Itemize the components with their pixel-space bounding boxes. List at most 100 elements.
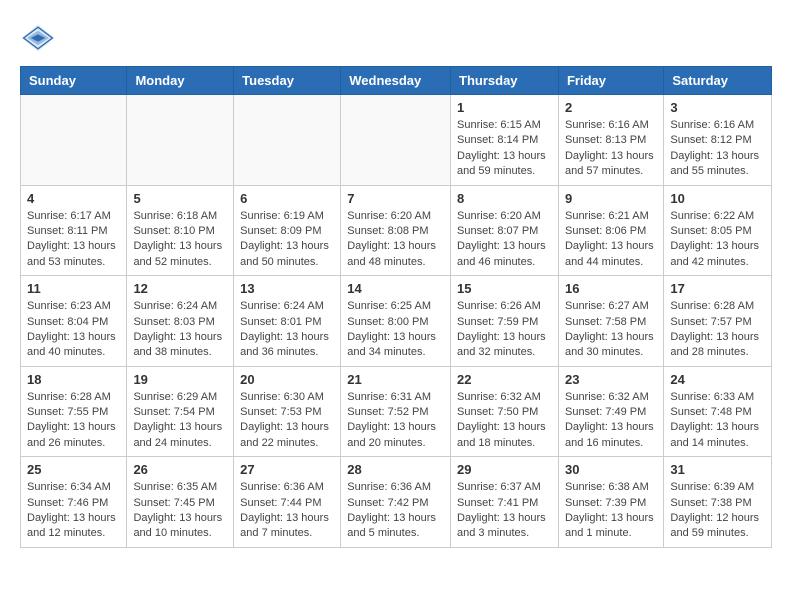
logo-icon <box>20 20 56 56</box>
day-number: 6 <box>240 191 334 206</box>
calendar-cell <box>127 95 234 186</box>
calendar-cell: 23 Sunrise: 6:32 AM Sunset: 7:49 PM Dayli… <box>558 366 663 457</box>
day-info: Sunrise: 6:23 AM Sunset: 8:04 PM Dayligh… <box>27 299 120 361</box>
weekday-header-row: SundayMondayTuesdayWednesdayThursdayFrid… <box>21 67 772 95</box>
day-number: 4 <box>27 191 120 206</box>
day-number: 26 <box>133 462 227 477</box>
calendar-cell: 6 Sunrise: 6:19 AM Sunset: 8:09 PM Daylig… <box>234 185 341 276</box>
calendar-cell: 24 Sunrise: 6:33 AM Sunset: 7:48 PM Dayli… <box>664 366 772 457</box>
calendar-cell: 1 Sunrise: 6:15 AM Sunset: 8:14 PM Daylig… <box>451 95 559 186</box>
calendar-cell: 25 Sunrise: 6:34 AM Sunset: 7:46 PM Dayli… <box>21 457 127 548</box>
day-number: 24 <box>670 372 765 387</box>
calendar-cell <box>21 95 127 186</box>
day-number: 14 <box>347 281 444 296</box>
calendar-cell: 10Sunrise: 6:22 AM Sunset: 8:05 PM Dayli… <box>664 185 772 276</box>
calendar-cell: 26Sunrise: 6:35 AM Sunset: 7:45 PM Dayli… <box>127 457 234 548</box>
day-info: Sunrise: 6:26 AM Sunset: 7:59 PM Dayligh… <box>457 299 552 361</box>
calendar-cell: 7 Sunrise: 6:20 AM Sunset: 8:08 PM Daylig… <box>341 185 451 276</box>
day-number: 9 <box>565 191 657 206</box>
day-info: Sunrise: 6:38 AM Sunset: 7:39 PM Dayligh… <box>565 480 657 542</box>
weekday-header-tuesday: Tuesday <box>234 67 341 95</box>
day-info: Sunrise: 6:36 AM Sunset: 7:42 PM Dayligh… <box>347 480 444 542</box>
day-number: 19 <box>133 372 227 387</box>
calendar-cell: 22 Sunrise: 6:32 AM Sunset: 7:50 PM Dayli… <box>451 366 559 457</box>
week-row-5: 25 Sunrise: 6:34 AM Sunset: 7:46 PM Dayli… <box>21 457 772 548</box>
week-row-1: 1 Sunrise: 6:15 AM Sunset: 8:14 PM Daylig… <box>21 95 772 186</box>
day-info: Sunrise: 6:28 AM Sunset: 7:55 PM Dayligh… <box>27 390 120 452</box>
day-info: Sunrise: 6:34 AM Sunset: 7:46 PM Dayligh… <box>27 480 120 542</box>
day-info: Sunrise: 6:16 AM Sunset: 8:13 PM Dayligh… <box>565 118 657 180</box>
calendar-cell: 30 Sunrise: 6:38 AM Sunset: 7:39 PM Dayli… <box>558 457 663 548</box>
day-info: Sunrise: 6:32 AM Sunset: 7:49 PM Dayligh… <box>565 390 657 452</box>
day-info: Sunrise: 6:25 AM Sunset: 8:00 PM Dayligh… <box>347 299 444 361</box>
day-number: 27 <box>240 462 334 477</box>
calendar-cell: 28 Sunrise: 6:36 AM Sunset: 7:42 PM Dayli… <box>341 457 451 548</box>
day-number: 20 <box>240 372 334 387</box>
calendar-cell: 16 Sunrise: 6:27 AM Sunset: 7:58 PM Dayli… <box>558 276 663 367</box>
day-number: 18 <box>27 372 120 387</box>
day-number: 13 <box>240 281 334 296</box>
day-number: 22 <box>457 372 552 387</box>
week-row-4: 18 Sunrise: 6:28 AM Sunset: 7:55 PM Dayli… <box>21 366 772 457</box>
week-row-2: 4 Sunrise: 6:17 AM Sunset: 8:11 PM Daylig… <box>21 185 772 276</box>
calendar-cell: 19Sunrise: 6:29 AM Sunset: 7:54 PM Dayli… <box>127 366 234 457</box>
day-info: Sunrise: 6:27 AM Sunset: 7:58 PM Dayligh… <box>565 299 657 361</box>
calendar-cell <box>234 95 341 186</box>
page-header <box>20 20 772 56</box>
day-number: 30 <box>565 462 657 477</box>
day-info: Sunrise: 6:33 AM Sunset: 7:48 PM Dayligh… <box>670 390 765 452</box>
calendar-cell <box>341 95 451 186</box>
day-info: Sunrise: 6:21 AM Sunset: 8:06 PM Dayligh… <box>565 209 657 271</box>
day-number: 1 <box>457 100 552 115</box>
day-info: Sunrise: 6:19 AM Sunset: 8:09 PM Dayligh… <box>240 209 334 271</box>
day-number: 12 <box>133 281 227 296</box>
calendar-cell: 5 Sunrise: 6:18 AM Sunset: 8:10 PM Daylig… <box>127 185 234 276</box>
calendar-cell: 12 Sunrise: 6:24 AM Sunset: 8:03 PM Dayli… <box>127 276 234 367</box>
calendar-cell: 13 Sunrise: 6:24 AM Sunset: 8:01 PM Dayli… <box>234 276 341 367</box>
calendar-cell: 14 Sunrise: 6:25 AM Sunset: 8:00 PM Dayli… <box>341 276 451 367</box>
day-number: 5 <box>133 191 227 206</box>
day-number: 29 <box>457 462 552 477</box>
weekday-header-thursday: Thursday <box>451 67 559 95</box>
week-row-3: 11Sunrise: 6:23 AM Sunset: 8:04 PM Dayli… <box>21 276 772 367</box>
day-info: Sunrise: 6:20 AM Sunset: 8:07 PM Dayligh… <box>457 209 552 271</box>
weekday-header-wednesday: Wednesday <box>341 67 451 95</box>
day-number: 2 <box>565 100 657 115</box>
day-number: 8 <box>457 191 552 206</box>
day-info: Sunrise: 6:28 AM Sunset: 7:57 PM Dayligh… <box>670 299 765 361</box>
day-number: 23 <box>565 372 657 387</box>
day-number: 21 <box>347 372 444 387</box>
day-number: 28 <box>347 462 444 477</box>
day-info: Sunrise: 6:32 AM Sunset: 7:50 PM Dayligh… <box>457 390 552 452</box>
logo <box>20 20 60 56</box>
day-info: Sunrise: 6:17 AM Sunset: 8:11 PM Dayligh… <box>27 209 120 271</box>
calendar-cell: 27Sunrise: 6:36 AM Sunset: 7:44 PM Dayli… <box>234 457 341 548</box>
day-number: 3 <box>670 100 765 115</box>
day-info: Sunrise: 6:16 AM Sunset: 8:12 PM Dayligh… <box>670 118 765 180</box>
calendar-cell: 11Sunrise: 6:23 AM Sunset: 8:04 PM Dayli… <box>21 276 127 367</box>
day-number: 16 <box>565 281 657 296</box>
weekday-header-friday: Friday <box>558 67 663 95</box>
calendar-cell: 4 Sunrise: 6:17 AM Sunset: 8:11 PM Daylig… <box>21 185 127 276</box>
day-info: Sunrise: 6:37 AM Sunset: 7:41 PM Dayligh… <box>457 480 552 542</box>
day-info: Sunrise: 6:39 AM Sunset: 7:38 PM Dayligh… <box>670 480 765 542</box>
day-number: 15 <box>457 281 552 296</box>
weekday-header-saturday: Saturday <box>664 67 772 95</box>
calendar-cell: 3 Sunrise: 6:16 AM Sunset: 8:12 PM Daylig… <box>664 95 772 186</box>
day-info: Sunrise: 6:15 AM Sunset: 8:14 PM Dayligh… <box>457 118 552 180</box>
day-number: 7 <box>347 191 444 206</box>
calendar-cell: 20 Sunrise: 6:30 AM Sunset: 7:53 PM Dayli… <box>234 366 341 457</box>
calendar-cell: 18 Sunrise: 6:28 AM Sunset: 7:55 PM Dayli… <box>21 366 127 457</box>
day-number: 25 <box>27 462 120 477</box>
calendar-cell: 9 Sunrise: 6:21 AM Sunset: 8:06 PM Daylig… <box>558 185 663 276</box>
weekday-header-sunday: Sunday <box>21 67 127 95</box>
day-info: Sunrise: 6:18 AM Sunset: 8:10 PM Dayligh… <box>133 209 227 271</box>
day-number: 17 <box>670 281 765 296</box>
calendar-cell: 15 Sunrise: 6:26 AM Sunset: 7:59 PM Dayli… <box>451 276 559 367</box>
day-info: Sunrise: 6:20 AM Sunset: 8:08 PM Dayligh… <box>347 209 444 271</box>
day-info: Sunrise: 6:24 AM Sunset: 8:03 PM Dayligh… <box>133 299 227 361</box>
calendar-cell: 31Sunrise: 6:39 AM Sunset: 7:38 PM Dayli… <box>664 457 772 548</box>
day-info: Sunrise: 6:30 AM Sunset: 7:53 PM Dayligh… <box>240 390 334 452</box>
day-info: Sunrise: 6:24 AM Sunset: 8:01 PM Dayligh… <box>240 299 334 361</box>
calendar-cell: 2 Sunrise: 6:16 AM Sunset: 8:13 PM Daylig… <box>558 95 663 186</box>
